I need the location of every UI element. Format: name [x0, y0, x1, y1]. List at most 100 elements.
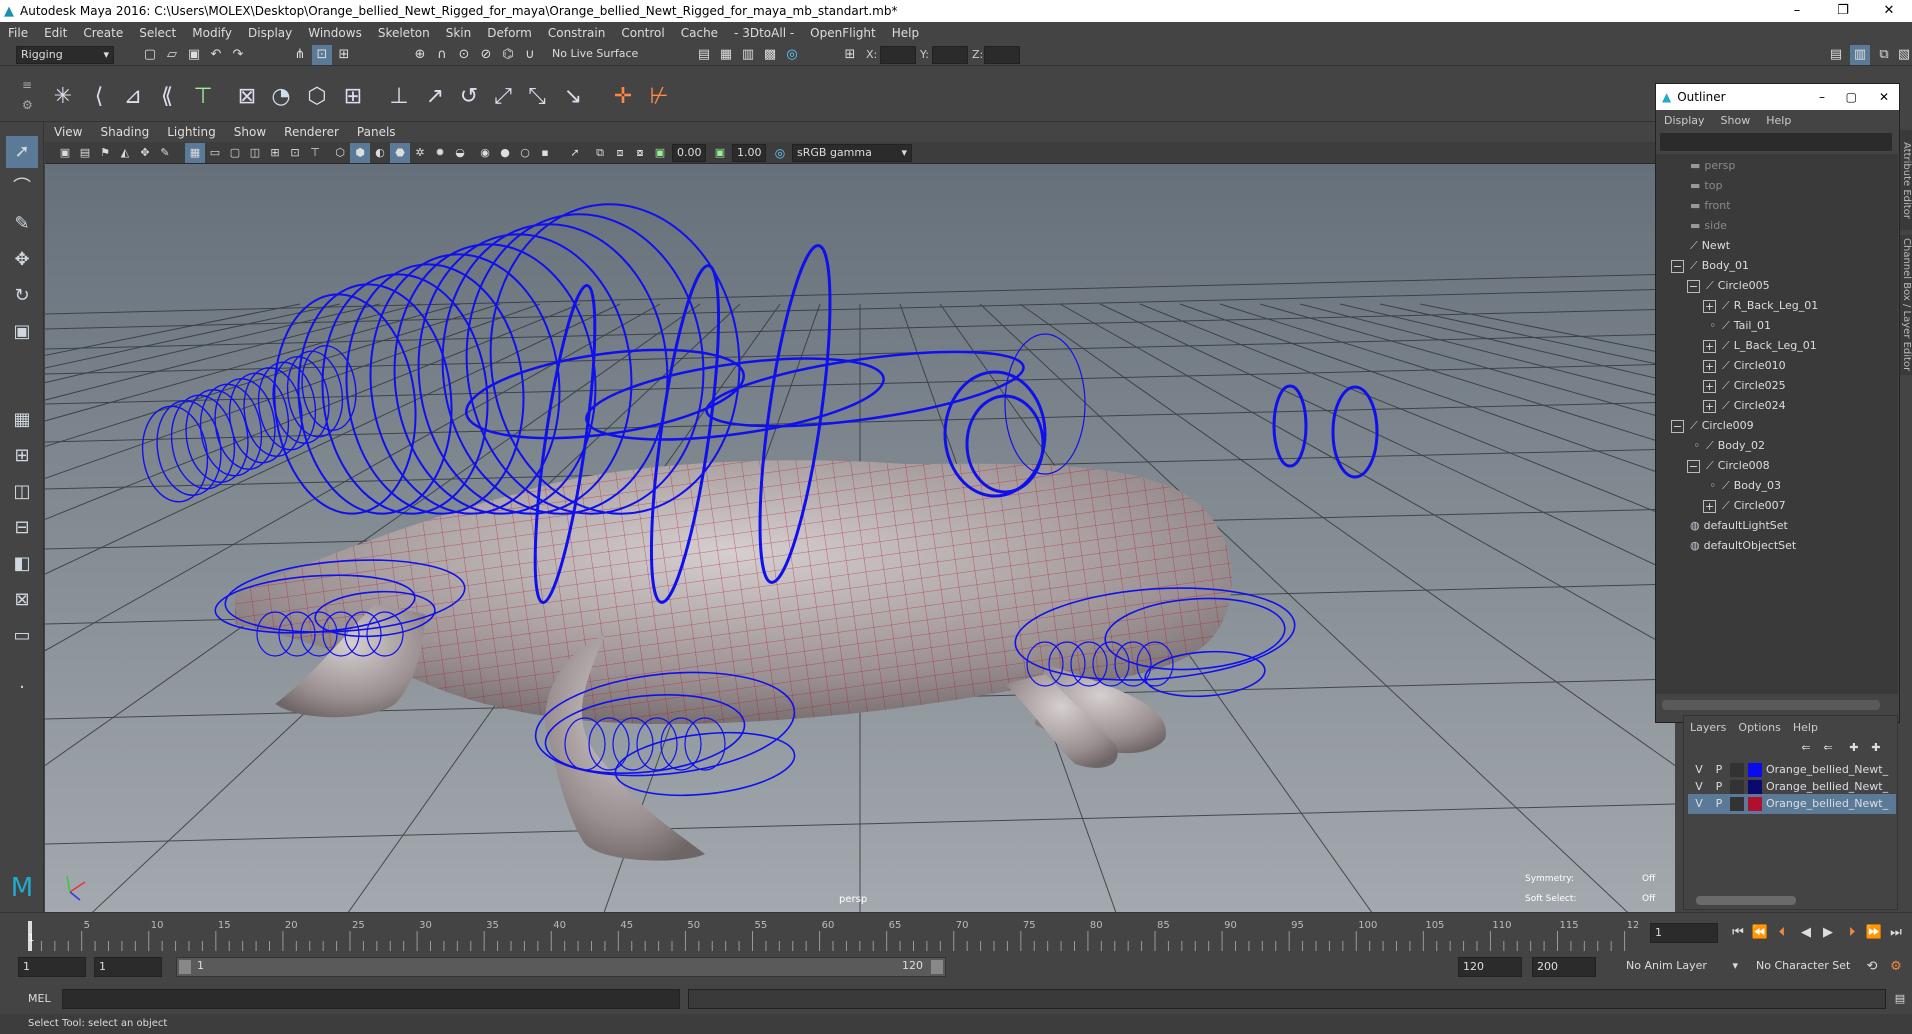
snap-surface-icon[interactable]: ⌬	[498, 45, 518, 65]
expand-toggle-icon[interactable]: +	[1703, 339, 1716, 353]
menu-cache[interactable]: Cache	[673, 26, 726, 40]
y-field[interactable]	[932, 46, 968, 64]
outliner-menu-show[interactable]: Show	[1713, 114, 1759, 127]
playback-end-field[interactable]: 120	[1458, 957, 1522, 977]
layer-display-type[interactable]	[1730, 763, 1744, 777]
range-slider-bar[interactable]: 1 120	[176, 957, 946, 977]
rotate-tool-icon[interactable]: ↻	[6, 280, 38, 312]
outliner-search-field[interactable]	[1660, 133, 1892, 151]
textured-icon[interactable]: ✲	[410, 143, 430, 163]
menu-skin[interactable]: Skin	[438, 26, 480, 40]
layer-name[interactable]: Orange_bellied_Newt_	[1766, 794, 1894, 814]
playback-start-field[interactable]: 1	[94, 957, 162, 977]
go-to-end-icon[interactable]: ⏭	[1886, 923, 1906, 943]
ipr-render-icon[interactable]: ▥	[738, 45, 758, 65]
gate-mask-icon[interactable]: ◫	[245, 143, 265, 163]
live-surface-field[interactable]: No Live Surface	[548, 46, 658, 64]
default-material-icon[interactable]: ◐	[370, 143, 390, 163]
view-transform-dropdown[interactable]: sRGB gamma ▾	[792, 144, 912, 162]
outliner-minimize-button[interactable]: –	[1819, 90, 1825, 104]
new-layer-icon[interactable]: ✚	[1844, 738, 1864, 758]
time-slider[interactable]: 5 10 15 20 25 30 35 40 45 50 55 60 65 70 75 80 85 90 95 100…	[0, 912, 1912, 954]
menu-display[interactable]: Display	[240, 26, 300, 40]
auto-key-icon[interactable]: ⟲	[1862, 957, 1882, 977]
outliner-item[interactable]: + ⟋ Circle025	[1668, 376, 1786, 396]
current-frame-field[interactable]: 1	[1650, 923, 1718, 943]
smooth-shade-icon[interactable]: ⬢	[350, 143, 370, 163]
exposure-field[interactable]: 0.00	[672, 144, 706, 162]
collapse-toggle-icon[interactable]: −	[1671, 419, 1684, 433]
menu-file[interactable]: File	[0, 26, 36, 40]
outliner-item[interactable]: − ⟋ Body_01	[1668, 256, 1749, 276]
layer-color-swatch[interactable]	[1748, 797, 1762, 811]
snap-magnet-icon[interactable]: ∪	[520, 45, 540, 65]
menu-skeleton[interactable]: Skeleton	[370, 26, 438, 40]
move-layer-down-icon[interactable]: ⇐	[1818, 738, 1838, 758]
menu-openflight[interactable]: OpenFlight	[802, 26, 884, 40]
aim-constraint-icon[interactable]: ↗	[418, 80, 452, 114]
channel-box-tab[interactable]: Channel Box / Layer Editor	[1900, 235, 1912, 375]
time-ruler[interactable]: 5 10 15 20 25 30 35 40 45 50 55 60 65 70 75 80 85 90 95 100…	[28, 917, 1638, 951]
scale-tool-icon[interactable]: ▣	[6, 316, 38, 348]
expand-toggle-icon[interactable]: +	[1703, 359, 1716, 373]
outliner-menu-help[interactable]: Help	[1758, 114, 1799, 127]
outliner-item[interactable]: + ⟋ Circle024	[1668, 396, 1786, 416]
mirror-joint-icon[interactable]: ⊿	[116, 80, 150, 114]
expand-toggle-icon[interactable]: +	[1703, 299, 1716, 313]
resolution-gate-icon[interactable]: ▢	[225, 143, 245, 163]
locator-icon[interactable]: ✛	[606, 80, 640, 114]
exposure-icon[interactable]: ▣	[650, 143, 670, 163]
orient-constraint-icon[interactable]: ↺	[452, 80, 486, 114]
hypershade-icon[interactable]: ◎	[782, 45, 802, 65]
viewport-menu-lighting[interactable]: Lighting	[158, 125, 225, 139]
channel-box-toggle-icon[interactable]: ▥	[1850, 45, 1870, 65]
outliner-maximize-button[interactable]: ▢	[1846, 90, 1857, 104]
step-forward-key-icon[interactable]: ⏩	[1864, 923, 1884, 943]
layer-color-swatch[interactable]	[1748, 763, 1762, 777]
outliner-item[interactable]: − ⟋ Circle009	[1668, 416, 1754, 436]
open-scene-icon[interactable]: ▱	[162, 45, 182, 65]
sidebar-toggle-icon[interactable]: ▤	[1826, 45, 1846, 65]
ik-handle-icon[interactable]: ⊤	[186, 80, 220, 114]
point-constraint-icon[interactable]: ⊥	[382, 80, 416, 114]
hypershade-layout-icon[interactable]: ⊠	[6, 584, 38, 616]
layer-row[interactable]: V P Orange_bellied_Newt_	[1688, 794, 1896, 814]
menu-windows[interactable]: Windows	[300, 26, 370, 40]
xray-joints-icon[interactable]: ⧈	[610, 143, 630, 163]
menu-select[interactable]: Select	[131, 26, 184, 40]
safe-title-icon[interactable]: ⊤	[305, 143, 325, 163]
gamma-icon[interactable]: ▣	[710, 143, 730, 163]
wireframe-icon[interactable]: ⬡	[330, 143, 350, 163]
start-time-field[interactable]: 1	[18, 957, 86, 977]
play-forward-icon[interactable]: ▶	[1818, 923, 1838, 943]
close-button[interactable]: ✕	[1866, 0, 1912, 22]
menu-constrain[interactable]: Constrain	[540, 26, 614, 40]
xray-components-icon[interactable]: ⧇	[630, 143, 650, 163]
viewport-menu-show[interactable]: Show	[225, 125, 275, 139]
layer-horizontal-scrollbar[interactable]	[1696, 896, 1796, 905]
menu-control[interactable]: Control	[613, 26, 672, 40]
safe-action-icon[interactable]: ⊡	[285, 143, 305, 163]
image-plane-icon[interactable]: ◭	[115, 143, 135, 163]
menu-modify[interactable]: Modify	[184, 26, 240, 40]
grid-icon[interactable]: ▦	[185, 143, 205, 163]
outliner-item[interactable]: ◦ ⟋ Tail_01	[1668, 316, 1771, 336]
grease-pencil-icon[interactable]: ✎	[155, 143, 175, 163]
paint-weights-icon[interactable]: ◔	[264, 80, 298, 114]
outliner-item[interactable]: + ⟋ Circle007	[1668, 496, 1786, 516]
outliner-item[interactable]: ▬ side	[1668, 216, 1727, 236]
paint-select-icon[interactable]: ✎	[6, 208, 38, 240]
menu-set-dropdown[interactable]: Rigging ▾	[16, 46, 114, 64]
transform-mode-icon[interactable]: ⊞	[840, 45, 860, 65]
orient-joint-icon[interactable]: ⟪	[150, 80, 184, 114]
range-end-handle[interactable]	[931, 960, 943, 974]
x-field[interactable]	[880, 46, 916, 64]
outliner-item[interactable]: ◍ defaultObjectSet	[1668, 536, 1796, 556]
perspective-viewport[interactable]: persp Symmetry: Off Soft Select: Off	[45, 164, 1675, 912]
outliner-item[interactable]: ◦ ⟋ Body_02	[1668, 436, 1765, 456]
select-hierarchy-icon[interactable]: ⋔	[290, 45, 310, 65]
persp-graph-layout-icon[interactable]: ◧	[6, 548, 38, 580]
isolate-select-icon[interactable]: ➚	[565, 143, 585, 163]
depth-of-field-icon[interactable]: ▪	[535, 143, 555, 163]
outliner-close-button[interactable]: ✕	[1879, 90, 1889, 104]
